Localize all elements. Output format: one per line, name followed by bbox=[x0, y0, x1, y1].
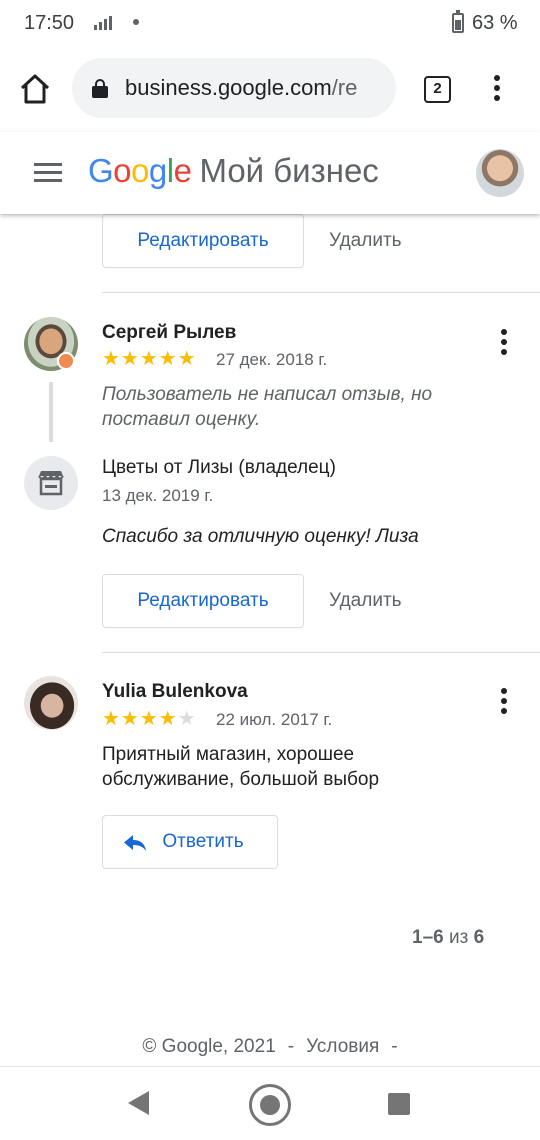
reviewer-avatar bbox=[24, 676, 78, 730]
notification-dot-icon bbox=[133, 19, 139, 25]
app-header: Google Мой бизнес bbox=[0, 132, 540, 214]
status-bar: 17:50 63 % bbox=[0, 0, 540, 46]
status-time: 17:50 bbox=[24, 12, 75, 34]
home-circle-icon[interactable] bbox=[249, 1084, 291, 1126]
browser-toolbar: business.google.com/re 2 bbox=[0, 46, 540, 132]
reply-arrow-icon bbox=[124, 835, 146, 851]
google-my-business-logo[interactable]: Google Мой бизнес bbox=[88, 152, 379, 190]
reply-text: Спасибо за отличную оценку! Лиза bbox=[102, 526, 419, 547]
address-bar[interactable]: business.google.com/re bbox=[72, 58, 396, 118]
reply-label: Ответить bbox=[162, 831, 244, 852]
pagination-info: 1–6 из 6 bbox=[412, 927, 485, 948]
account-avatar[interactable] bbox=[476, 149, 524, 197]
browser-menu-icon[interactable] bbox=[494, 75, 500, 105]
divider bbox=[102, 652, 540, 653]
system-nav-bar bbox=[0, 1066, 540, 1140]
business-avatar bbox=[24, 456, 78, 510]
delete-reply-button[interactable]: Удалить bbox=[329, 590, 402, 612]
recents-icon[interactable] bbox=[388, 1093, 410, 1115]
back-icon[interactable] bbox=[128, 1091, 149, 1115]
edit-reply-button[interactable]: Редактировать bbox=[102, 574, 304, 628]
divider bbox=[102, 292, 540, 293]
data-saver-icon bbox=[94, 16, 116, 30]
owner-name: Цветы от Лизы (владелец) bbox=[102, 457, 336, 478]
edit-reply-button[interactable]: Редактировать bbox=[102, 214, 304, 268]
thread-line bbox=[49, 382, 53, 442]
home-icon[interactable] bbox=[18, 72, 52, 106]
storefront-icon bbox=[38, 471, 64, 496]
terms-link[interactable]: Условия bbox=[306, 1036, 379, 1057]
reviewer-name: Сергей Рылев bbox=[102, 322, 237, 343]
reviews-list: Редактировать Удалить Сергей Рылев ★★★★★… bbox=[0, 214, 540, 1066]
tab-switcher-button[interactable]: 2 bbox=[424, 76, 451, 103]
lock-icon bbox=[92, 79, 108, 98]
footer: © Google, 2021- Условия - bbox=[142, 1036, 398, 1057]
reply-button[interactable]: Ответить bbox=[102, 815, 278, 869]
product-name: Мой бизнес bbox=[199, 152, 379, 189]
reply-date: 13 дек. 2019 г. bbox=[102, 486, 214, 505]
delete-reply-button[interactable]: Удалить bbox=[329, 230, 402, 252]
battery-percent: 63 % bbox=[472, 12, 518, 34]
battery-icon bbox=[452, 10, 464, 33]
copyright: © Google, 2021 bbox=[142, 1036, 276, 1057]
review-more-icon[interactable] bbox=[501, 329, 507, 359]
review-text: Приятный магазин, хорошее обслуживание, … bbox=[102, 744, 380, 790]
review-date: 22 июл. 2017 г. bbox=[216, 710, 333, 729]
star-rating: ★★★★★ bbox=[102, 708, 197, 730]
review-text: Пользователь не написал отзыв, но постав… bbox=[102, 384, 433, 430]
url-text: business.google.com/re bbox=[125, 75, 358, 100]
reviewer-name: Yulia Bulenkova bbox=[102, 681, 248, 702]
hamburger-menu-icon[interactable] bbox=[34, 163, 62, 183]
review-more-icon[interactable] bbox=[501, 688, 507, 718]
review-date: 27 дек. 2018 г. bbox=[216, 350, 328, 369]
local-guide-badge-icon bbox=[57, 352, 75, 370]
star-rating: ★★★★★ bbox=[102, 348, 197, 370]
